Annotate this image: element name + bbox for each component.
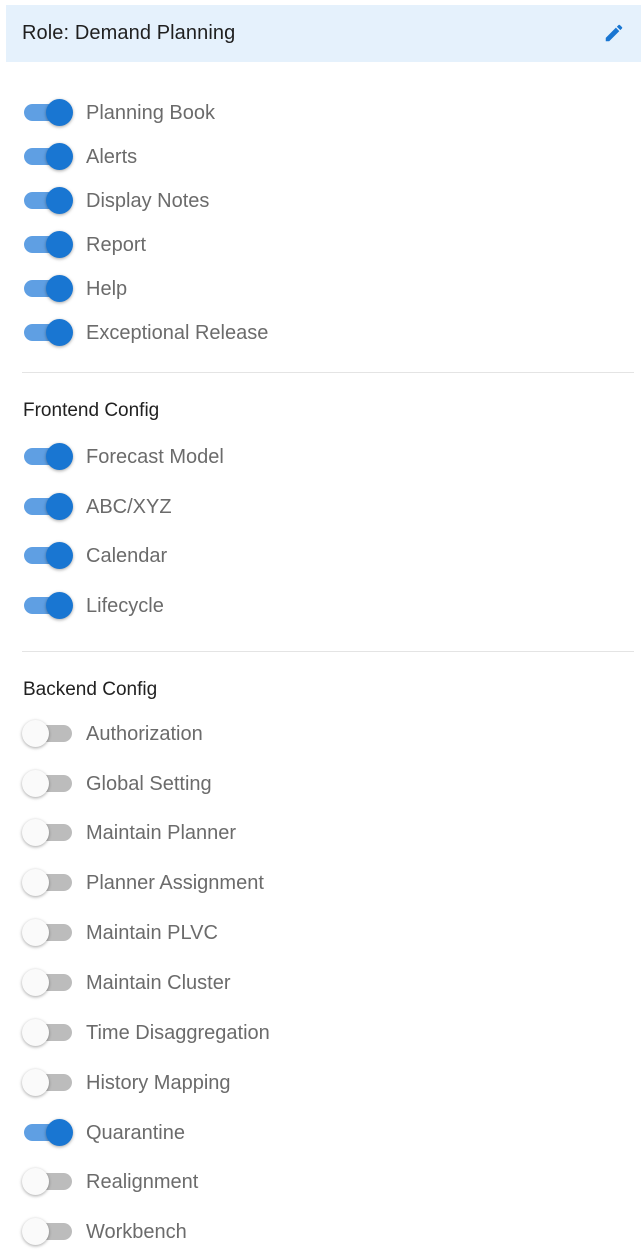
- pencil-icon[interactable]: [603, 22, 625, 44]
- switch[interactable]: [22, 719, 74, 747]
- toggle-label: Forecast Model: [86, 446, 224, 468]
- toggle-label: Quarantine: [86, 1122, 185, 1144]
- switch[interactable]: [22, 230, 74, 258]
- switch[interactable]: [22, 769, 74, 797]
- divider: [22, 651, 634, 652]
- role-title: Role: Demand Planning: [22, 22, 236, 44]
- switch[interactable]: [22, 868, 74, 896]
- role-header: Role: Demand Planning: [6, 5, 641, 62]
- toggle-quarantine[interactable]: Quarantine: [22, 1115, 622, 1149]
- toggle-label: Maintain PLVC: [86, 922, 218, 944]
- toggle-label: Exceptional Release: [86, 322, 269, 344]
- switch[interactable]: [22, 1167, 74, 1195]
- switch[interactable]: [22, 1217, 74, 1245]
- switch[interactable]: [22, 186, 74, 214]
- toggle-label: Planner Assignment: [86, 872, 264, 894]
- toggle-maintain-plvc[interactable]: Maintain PLVC: [22, 915, 622, 949]
- toggle-label: Report: [86, 234, 147, 256]
- toggle-time-disaggregation[interactable]: Time Disaggregation: [22, 1015, 622, 1049]
- switch[interactable]: [22, 142, 74, 170]
- section-title-backend: Backend Config: [23, 679, 158, 700]
- toggle-display-notes[interactable]: Display Notes: [22, 183, 622, 217]
- switch[interactable]: [22, 98, 74, 126]
- toggle-label: Alerts: [86, 146, 138, 168]
- toggle-calendar[interactable]: Calendar: [22, 538, 622, 572]
- toggle-realignment[interactable]: Realignment: [22, 1164, 622, 1198]
- toggle-label: Lifecycle: [86, 595, 164, 617]
- switch[interactable]: [22, 442, 74, 470]
- toggle-maintain-cluster[interactable]: Maintain Cluster: [22, 965, 622, 999]
- toggle-help[interactable]: Help: [22, 271, 622, 305]
- toggle-label: Authorization: [86, 723, 203, 745]
- toggle-label: Display Notes: [86, 190, 210, 212]
- switch[interactable]: [22, 492, 74, 520]
- toggle-label: Maintain Cluster: [86, 972, 231, 994]
- switch[interactable]: [22, 1118, 74, 1146]
- toggle-lifecycle[interactable]: Lifecycle: [22, 588, 622, 622]
- toggle-label: History Mapping: [86, 1072, 231, 1094]
- toggle-abc-xyz[interactable]: ABC/XYZ: [22, 489, 622, 523]
- toggle-label: Planning Book: [86, 102, 215, 124]
- switch[interactable]: [22, 968, 74, 996]
- toggle-label: Workbench: [86, 1221, 187, 1243]
- divider: [22, 372, 634, 373]
- toggle-planner-assignment[interactable]: Planner Assignment: [22, 865, 622, 899]
- toggle-exceptional-release[interactable]: Exceptional Release: [22, 315, 622, 349]
- toggle-label: Maintain Planner: [86, 822, 237, 844]
- toggle-planning-book[interactable]: Planning Book: [22, 95, 622, 129]
- toggle-label: Help: [86, 278, 128, 300]
- switch[interactable]: [22, 818, 74, 846]
- toggle-global-setting[interactable]: Global Setting: [22, 766, 622, 800]
- switch[interactable]: [22, 591, 74, 619]
- switch[interactable]: [22, 1018, 74, 1046]
- toggle-label: Global Setting: [86, 773, 212, 795]
- switch[interactable]: [22, 318, 74, 346]
- toggle-authorization[interactable]: Authorization: [22, 716, 622, 750]
- toggle-workbench[interactable]: Workbench: [22, 1214, 622, 1248]
- toggle-label: ABC/XYZ: [86, 496, 172, 518]
- toggle-label: Calendar: [86, 545, 168, 567]
- toggle-history-mapping[interactable]: History Mapping: [22, 1065, 622, 1099]
- section-title-frontend: Frontend Config: [23, 400, 160, 421]
- switch[interactable]: [22, 541, 74, 569]
- toggle-forecast-model[interactable]: Forecast Model: [22, 439, 622, 473]
- toggle-label: Time Disaggregation: [86, 1022, 270, 1044]
- toggle-report[interactable]: Report: [22, 227, 622, 261]
- toggle-maintain-planner[interactable]: Maintain Planner: [22, 815, 622, 849]
- switch[interactable]: [22, 274, 74, 302]
- switch[interactable]: [22, 918, 74, 946]
- switch[interactable]: [22, 1068, 74, 1096]
- toggle-label: Realignment: [86, 1171, 199, 1193]
- toggle-alerts[interactable]: Alerts: [22, 139, 622, 173]
